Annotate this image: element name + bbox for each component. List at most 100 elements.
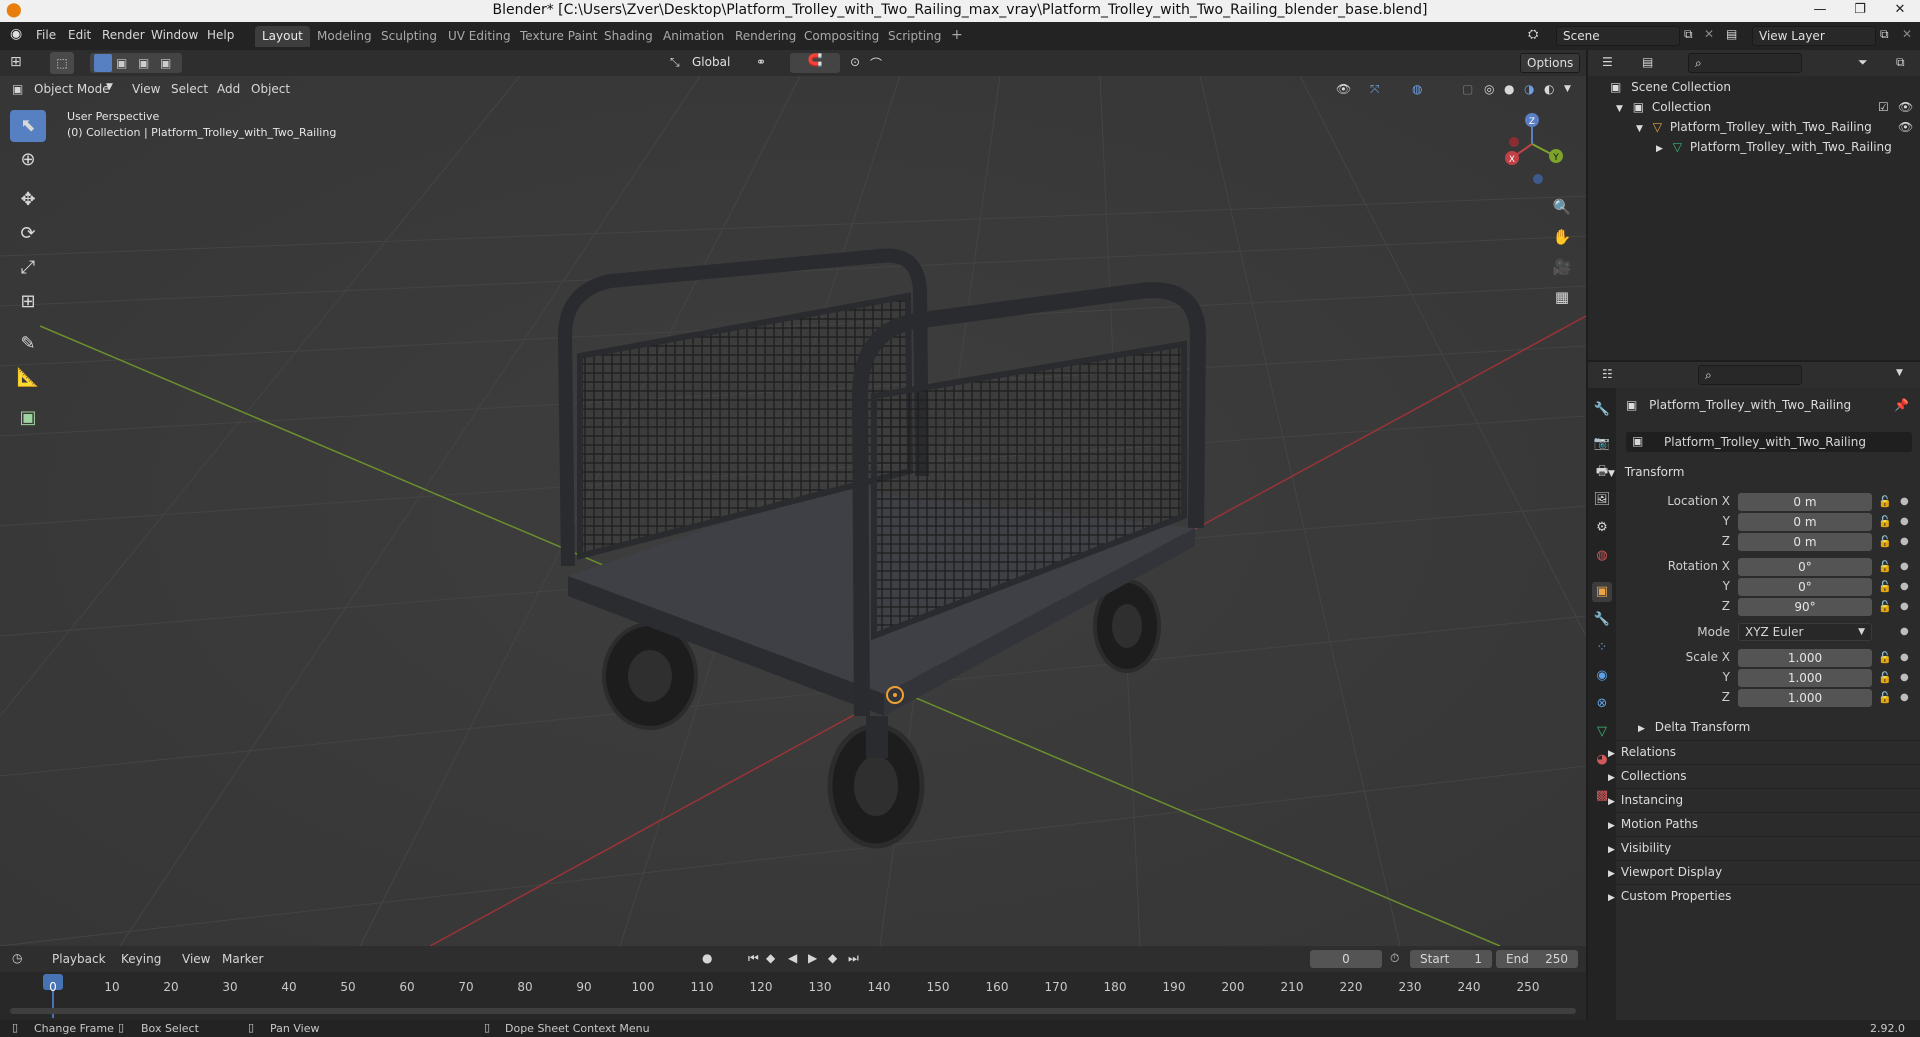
render-tab-icon[interactable]: 📷 <box>1592 434 1612 454</box>
material-shading-icon[interactable]: ◑ <box>1524 82 1534 96</box>
remove-view-layer-icon[interactable]: ✕ <box>1902 27 1912 41</box>
close-button[interactable]: ✕ <box>1880 0 1920 22</box>
options-dropdown[interactable]: Options <box>1520 53 1580 73</box>
orientation-dropdown[interactable]: Global <box>686 53 746 73</box>
object-tab-icon[interactable]: ▣ <box>1592 582 1612 602</box>
expand-chevron-icon[interactable]: ▶ <box>1656 144 1663 154</box>
delta-transform-subpanel[interactable]: ▶ Delta Transform <box>1638 716 1920 738</box>
relations-panel-header[interactable]: ▶ Relations <box>1608 740 1920 762</box>
minimize-button[interactable]: — <box>1800 0 1840 22</box>
subtract-selection-icon[interactable]: ▣ <box>138 56 149 70</box>
viewport-menu-select[interactable]: Select <box>171 82 208 96</box>
end-frame-field[interactable]: End 250 <box>1496 950 1578 968</box>
outliner-row-collection[interactable]: ▼ ▣ Collection <box>1616 100 1711 114</box>
filter-icon[interactable]: ⏷ <box>1858 55 1868 70</box>
menu-edit[interactable]: Edit <box>68 28 91 42</box>
move-tool-icon[interactable]: ✥ <box>10 184 46 216</box>
outliner-row-scene-collection[interactable]: ▣ Scene Collection <box>1610 80 1731 94</box>
keyframe-dot-icon[interactable]: ● <box>1900 692 1909 703</box>
lock-icon[interactable]: 🔓 <box>1878 580 1892 593</box>
viewport-menu-object[interactable]: Object <box>251 82 290 96</box>
selection-mode-group[interactable]: ▣ ▣ ▣ <box>90 53 182 73</box>
current-frame-field[interactable]: 0 <box>1310 950 1382 968</box>
keyframe-dot-icon[interactable]: ● <box>1900 496 1909 507</box>
lock-icon[interactable]: 🔓 <box>1878 535 1892 548</box>
properties-search-input[interactable]: ⌕ <box>1698 365 1802 385</box>
outliner-editor-icon[interactable]: ☰ <box>1602 55 1613 69</box>
new-selection-icon[interactable] <box>94 54 112 72</box>
solid-shading-icon[interactable]: ● <box>1504 82 1514 96</box>
extend-selection-icon[interactable]: ▣ <box>116 56 127 70</box>
outliner-row-mesh[interactable]: ▶ ▽ Platform_Trolley_with_Two_Railing <box>1656 140 1892 154</box>
view-layer-tab-icon[interactable]: 🖼 <box>1592 490 1612 510</box>
new-view-layer-icon[interactable]: ⧉ <box>1880 27 1889 42</box>
rotate-tool-icon[interactable]: ⟳ <box>10 218 46 250</box>
properties-editor-icon[interactable]: ☷ <box>1602 367 1613 381</box>
falloff-icon[interactable]: ⌒ <box>870 55 882 72</box>
menu-file[interactable]: File <box>36 28 56 42</box>
rotation-z-field[interactable]: 90° <box>1738 598 1872 616</box>
lock-icon[interactable]: 🔓 <box>1878 651 1892 664</box>
menu-window[interactable]: Window <box>151 28 198 42</box>
constraints-tab-icon[interactable]: ⊗ <box>1592 694 1612 714</box>
outliner-row-object[interactable]: ▼ ▽ Platform_Trolley_with_Two_Railing <box>1636 120 1872 134</box>
keyframe-dot-icon[interactable]: ● <box>1900 581 1909 592</box>
zoom-icon[interactable]: 🔍 <box>1549 194 1575 220</box>
rotation-y-field[interactable]: 0° <box>1738 578 1872 596</box>
remove-scene-icon[interactable]: ✕ <box>1704 27 1714 41</box>
keyframe-dot-icon[interactable]: ● <box>1900 516 1909 527</box>
rotation-x-field[interactable]: 0° <box>1738 558 1872 576</box>
lock-icon[interactable]: 🔓 <box>1878 515 1892 528</box>
eye-icon[interactable]: 👁 <box>1898 100 1913 114</box>
tab-sculpting[interactable]: Sculpting <box>374 26 444 47</box>
tool-tab-icon[interactable]: 🔧 <box>1592 400 1612 420</box>
gizmo-toggle-icon[interactable]: ⤧ <box>1370 82 1380 97</box>
particles-tab-icon[interactable]: ⁘ <box>1592 638 1612 658</box>
physics-tab-icon[interactable]: ◉ <box>1592 666 1612 686</box>
outliner-search-input[interactable]: ⌕ <box>1688 53 1802 73</box>
visibility-panel-header[interactable]: ▶ Visibility <box>1608 836 1920 858</box>
tab-shading[interactable]: Shading <box>597 26 660 47</box>
scale-x-field[interactable]: 1.000 <box>1738 649 1872 667</box>
pan-hand-icon[interactable]: ✋ <box>1549 224 1575 250</box>
transform-panel-header[interactable]: ▼ Transform <box>1608 461 1920 483</box>
select-tool-icon[interactable]: ⬚ <box>50 52 74 74</box>
lock-icon[interactable]: 🔓 <box>1878 671 1892 684</box>
collections-panel-header[interactable]: ▶ Collections <box>1608 764 1920 786</box>
snap-toggle[interactable]: 🧲 <box>790 53 840 73</box>
select-box-tool-icon[interactable]: ⬉ <box>10 110 46 142</box>
custom-properties-panel-header[interactable]: ▶ Custom Properties <box>1608 884 1920 906</box>
keyframe-dot-icon[interactable]: ● <box>1900 601 1909 612</box>
invert-selection-icon[interactable]: ▣ <box>160 56 171 70</box>
location-x-field[interactable]: 0 m <box>1738 493 1872 511</box>
object-datablock-field[interactable]: ▣ Platform_Trolley_with_Two_Railing <box>1626 432 1912 452</box>
viewport-menu-add[interactable]: Add <box>217 82 240 96</box>
scene-selector[interactable]: Scene <box>1556 26 1680 46</box>
keyframe-dot-icon[interactable]: ● <box>1900 672 1909 683</box>
stopwatch-icon[interactable]: ⏱ <box>1390 951 1399 966</box>
display-mode-icon[interactable]: ▤ <box>1642 55 1653 69</box>
new-collection-icon[interactable]: ⧉ <box>1896 55 1905 70</box>
measure-tool-icon[interactable]: 📐 <box>10 362 46 394</box>
wireframe-shading-icon[interactable]: ◎ <box>1484 82 1494 96</box>
viewport-menu-view[interactable]: View <box>132 82 160 96</box>
start-frame-field[interactable]: Start 1 <box>1410 950 1492 968</box>
tab-rendering[interactable]: Rendering <box>728 26 803 47</box>
tab-layout[interactable]: Layout <box>255 26 310 47</box>
visibility-icon[interactable]: 👁 <box>1336 82 1351 96</box>
scale-y-field[interactable]: 1.000 <box>1738 669 1872 687</box>
lock-icon[interactable]: 🔓 <box>1878 560 1892 573</box>
location-z-field[interactable]: 0 m <box>1738 533 1872 551</box>
tab-modeling[interactable]: Modeling <box>310 26 379 47</box>
eye-icon[interactable]: 👁 <box>1898 120 1913 134</box>
expand-chevron-icon[interactable]: ▼ <box>1636 124 1643 134</box>
expand-chevron-icon[interactable]: ▼ <box>1616 104 1623 114</box>
lock-icon[interactable]: 🔓 <box>1878 495 1892 508</box>
overlay-toggle-icon[interactable]: ◍ <box>1412 82 1422 96</box>
timeline-menu-keying[interactable]: Keying <box>121 952 161 966</box>
add-workspace-button[interactable]: + <box>944 26 970 47</box>
editor-type-icon[interactable]: ⊞ <box>10 54 22 70</box>
lock-icon[interactable]: 🔓 <box>1878 691 1892 704</box>
mesh-data-tab-icon[interactable]: ▽ <box>1592 722 1612 742</box>
shading-options-chevron-icon[interactable]: ▼ <box>1564 84 1571 94</box>
